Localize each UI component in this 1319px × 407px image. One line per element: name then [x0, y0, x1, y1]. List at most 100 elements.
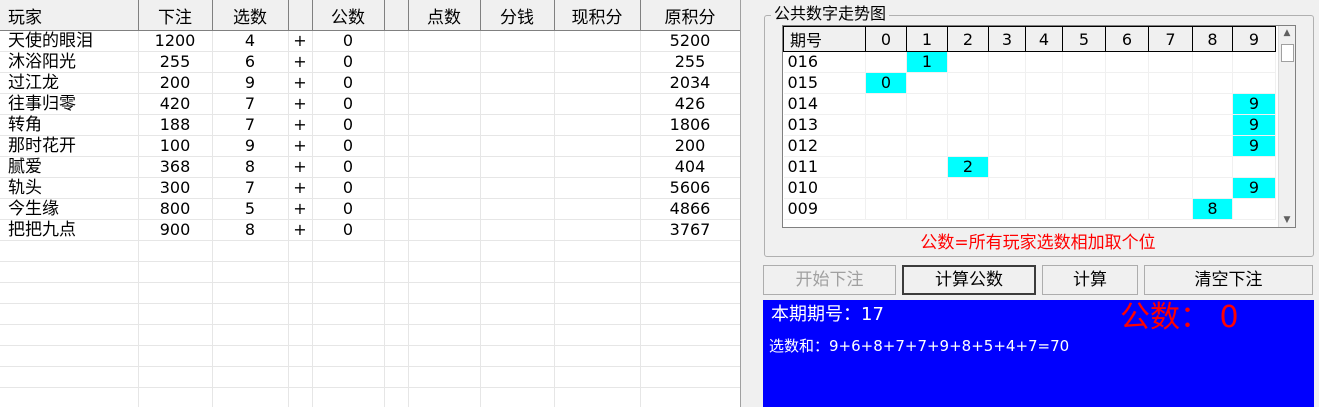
cell-cur[interactable] [554, 198, 641, 220]
cell-pub[interactable]: 0 [312, 198, 385, 220]
cell-op[interactable] [288, 282, 313, 304]
cell-pub[interactable]: 0 [312, 156, 385, 178]
cell-points[interactable] [408, 177, 481, 199]
cell-pub[interactable]: 0 [312, 177, 385, 199]
cell-points[interactable] [408, 198, 481, 220]
cell-blank[interactable] [384, 282, 409, 304]
col-header-bet[interactable]: 下注 [138, 0, 213, 31]
trend-row[interactable]: 010 9 [783, 177, 1276, 199]
cell-name[interactable]: 沐浴阳光 [0, 51, 139, 73]
cell-name[interactable] [0, 324, 139, 346]
cell-orig[interactable] [640, 324, 740, 346]
cell-name[interactable]: 轨头 [0, 177, 139, 199]
grid-row[interactable] [0, 261, 740, 283]
cell-points[interactable] [408, 135, 481, 157]
cell-pick[interactable]: 9 [212, 72, 289, 94]
cell-points[interactable] [408, 219, 481, 241]
calculate-button[interactable]: 计算 [1042, 265, 1138, 295]
cell-points[interactable] [408, 366, 481, 388]
cell-cur[interactable] [554, 135, 641, 157]
cell-name[interactable] [0, 366, 139, 388]
cell-points[interactable] [408, 387, 481, 407]
cell-blank[interactable] [384, 72, 409, 94]
cell-blank[interactable] [384, 303, 409, 325]
cell-orig[interactable]: 2034 [640, 72, 740, 94]
cell-cur[interactable] [554, 345, 641, 367]
col-header-public[interactable]: 公数 [312, 0, 385, 31]
cell-name[interactable] [0, 261, 139, 283]
cell-payout[interactable] [480, 345, 555, 367]
cell-cur[interactable] [554, 303, 641, 325]
cell-cur[interactable] [554, 366, 641, 388]
grid-row[interactable] [0, 240, 740, 262]
trend-scrollbar[interactable]: ▲ ▼ [1278, 26, 1295, 227]
cell-pub[interactable] [312, 303, 385, 325]
cell-orig[interactable]: 4866 [640, 198, 740, 220]
grid-row[interactable]: 今生缘 800 5 +0 4866 [0, 198, 740, 220]
cell-orig[interactable]: 5606 [640, 177, 740, 199]
cell-pick[interactable]: 8 [212, 156, 289, 178]
cell-points[interactable] [408, 345, 481, 367]
cell-blank[interactable] [384, 261, 409, 283]
cell-pub[interactable] [312, 282, 385, 304]
cell-pub[interactable] [312, 366, 385, 388]
grid-row[interactable] [0, 303, 740, 325]
cell-payout[interactable] [480, 30, 555, 52]
cell-bet[interactable]: 1200 [138, 30, 213, 52]
cell-op[interactable]: + [288, 93, 313, 115]
grid-row[interactable]: 天使的眼泪 1200 4 +0 5200 [0, 30, 740, 52]
cell-orig[interactable]: 426 [640, 93, 740, 115]
trend-row[interactable]: 012 9 [783, 135, 1276, 157]
cell-payout[interactable] [480, 387, 555, 407]
grid-row[interactable] [0, 324, 740, 346]
cell-bet[interactable] [138, 387, 213, 407]
col-header-pick[interactable]: 选数 [212, 0, 289, 31]
cell-pick[interactable] [212, 345, 289, 367]
cell-pick[interactable] [212, 324, 289, 346]
grid-row[interactable]: 转角 188 7 +0 1806 [0, 114, 740, 136]
cell-name[interactable] [0, 387, 139, 407]
cell-blank[interactable] [384, 324, 409, 346]
cell-points[interactable] [408, 240, 481, 262]
cell-orig[interactable]: 5200 [640, 30, 740, 52]
cell-op[interactable]: + [288, 198, 313, 220]
cell-orig[interactable]: 404 [640, 156, 740, 178]
cell-name[interactable] [0, 282, 139, 304]
cell-points[interactable] [408, 72, 481, 94]
cell-op[interactable]: + [288, 30, 313, 52]
cell-orig[interactable] [640, 303, 740, 325]
cell-op[interactable] [288, 261, 313, 283]
cell-pick[interactable] [212, 261, 289, 283]
cell-op[interactable] [288, 366, 313, 388]
player-grid[interactable]: 玩家 下注 选数 公数 点数 分钱 现积分 原积分 天使的眼泪 1200 4 +0 52… [0, 0, 741, 407]
cell-cur[interactable] [554, 261, 641, 283]
cell-orig[interactable] [640, 261, 740, 283]
cell-orig[interactable]: 200 [640, 135, 740, 157]
trend-row[interactable]: 014 9 [783, 93, 1276, 115]
cell-name[interactable]: 过江龙 [0, 72, 139, 94]
col-header-points[interactable]: 点数 [408, 0, 481, 31]
cell-payout[interactable] [480, 114, 555, 136]
cell-blank[interactable] [384, 114, 409, 136]
cell-pub[interactable] [312, 261, 385, 283]
grid-row[interactable] [0, 366, 740, 388]
cell-bet[interactable] [138, 324, 213, 346]
cell-pick[interactable] [212, 366, 289, 388]
cell-blank[interactable] [384, 177, 409, 199]
cell-pick[interactable]: 7 [212, 177, 289, 199]
cell-op[interactable]: + [288, 156, 313, 178]
cell-pub[interactable]: 0 [312, 72, 385, 94]
cell-orig[interactable] [640, 345, 740, 367]
cell-name[interactable]: 那时花开 [0, 135, 139, 157]
cell-orig[interactable] [640, 282, 740, 304]
scroll-thumb[interactable] [1281, 44, 1294, 62]
grid-row[interactable] [0, 345, 740, 367]
cell-op[interactable] [288, 303, 313, 325]
cell-bet[interactable] [138, 240, 213, 262]
cell-bet[interactable]: 900 [138, 219, 213, 241]
cell-op[interactable] [288, 324, 313, 346]
cell-orig[interactable]: 255 [640, 51, 740, 73]
cell-name[interactable]: 腻爱 [0, 156, 139, 178]
cell-bet[interactable]: 188 [138, 114, 213, 136]
cell-cur[interactable] [554, 51, 641, 73]
